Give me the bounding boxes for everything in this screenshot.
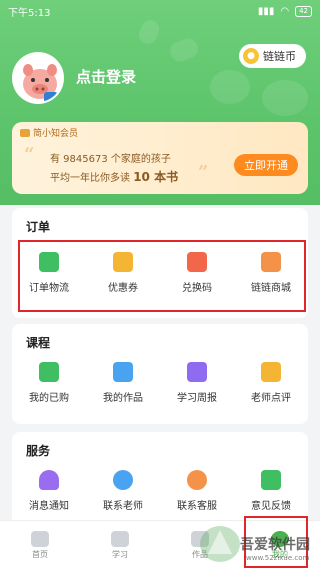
comment-icon [261, 362, 281, 382]
battery-icon: 42 [295, 5, 312, 17]
tab-study[interactable]: 学习 [90, 530, 150, 560]
vip-open-button[interactable]: 立即开通 [234, 154, 298, 176]
login-link[interactable]: 点击登录 [76, 66, 136, 87]
contact-service-button[interactable]: 联系客服 [162, 470, 232, 512]
cell-label: 学习周报 [177, 393, 217, 404]
vip-text-line1: 有 9845673 个家庭的孩子 [50, 154, 171, 165]
services-title: 服务 [26, 444, 51, 458]
notifications-button[interactable]: 消息通知 [14, 470, 84, 512]
my-purchases-button[interactable]: 我的已购 [14, 362, 84, 404]
background-decoration [167, 35, 201, 65]
wifi-icon: ◠ [280, 5, 290, 17]
tab-home[interactable]: 首页 [10, 530, 70, 560]
watermark: 吾爱软件园 www.52zixue.com [196, 520, 318, 569]
cell-label: 联系老师 [103, 501, 143, 512]
vip-text-line2-prefix: 平均一年比你多读 [50, 173, 130, 184]
tab-label: 首页 [32, 549, 48, 559]
coin-label: 链链币 [263, 50, 296, 63]
cell-label: 我的已购 [29, 393, 69, 404]
pig-avatar-icon [14, 54, 62, 102]
courses-title: 课程 [26, 336, 51, 350]
teacher-icon [113, 470, 133, 490]
coin-button[interactable]: ● 链链币 [239, 44, 306, 68]
vip-tag: 简小知会员 [20, 126, 78, 139]
weekly-report-button[interactable]: 学习周报 [162, 362, 232, 404]
watermark-text: 吾爱软件园 [240, 537, 310, 553]
vip-text-line2-bold: 10 本书 [133, 170, 179, 184]
quote-open-icon: “ [24, 144, 35, 165]
cell-label: 消息通知 [29, 501, 69, 512]
courses-grid: 我的已购 我的作品 学习周报 老师点评 [12, 362, 308, 404]
image-icon [113, 362, 133, 382]
feedback-icon [261, 470, 281, 490]
highlight-box-orders [18, 240, 306, 312]
watermark-url: www.52zixue.com [246, 554, 310, 562]
background-decoration [210, 70, 250, 104]
status-bar: 下午5:13 ▮▮▮ ◠ 42 [0, 0, 320, 22]
home-icon [31, 530, 49, 547]
status-icons: ▮▮▮ ◠ 42 [257, 5, 312, 17]
quote-close-icon: ” [198, 162, 209, 183]
contact-teacher-button[interactable]: 联系老师 [88, 470, 158, 512]
vip-card[interactable]: 简小知会员 “ 有 9845673 个家庭的孩子 平均一年比你多读 10 本书 … [12, 122, 308, 194]
cell-label: 意见反馈 [251, 501, 291, 512]
orders-title: 订单 [26, 220, 51, 234]
cell-label: 我的作品 [103, 393, 143, 404]
courses-card: 课程 我的已购 我的作品 学习周报 老师点评 [12, 324, 308, 424]
signal-icon: ▮▮▮ [257, 5, 275, 17]
cell-label: 联系客服 [177, 501, 217, 512]
service-icon [187, 470, 207, 490]
vip-tag-label: 简小知会员 [33, 129, 79, 139]
bell-icon [39, 470, 59, 490]
status-time: 下午5:13 [8, 7, 51, 19]
my-works-button[interactable]: 我的作品 [88, 362, 158, 404]
profile-header: 下午5:13 ▮▮▮ ◠ 42 ● 链链币 点击登录 简小知会员 “ 有 984… [0, 0, 320, 205]
background-decoration [262, 80, 308, 116]
report-icon [187, 362, 207, 382]
vip-text-line2: 平均一年比你多读 10 本书 [50, 168, 178, 185]
book-icon [39, 362, 59, 382]
crown-icon [20, 128, 30, 137]
feedback-button[interactable]: 意见反馈 [236, 470, 306, 512]
cell-label: 老师点评 [251, 393, 291, 404]
tab-label: 学习 [112, 549, 128, 559]
services-grid: 消息通知 联系老师 联系客服 意见反馈 [12, 470, 308, 512]
teacher-review-button[interactable]: 老师点评 [236, 362, 306, 404]
study-icon [111, 530, 129, 547]
avatar[interactable] [12, 52, 64, 104]
coin-icon: ● [243, 48, 259, 64]
